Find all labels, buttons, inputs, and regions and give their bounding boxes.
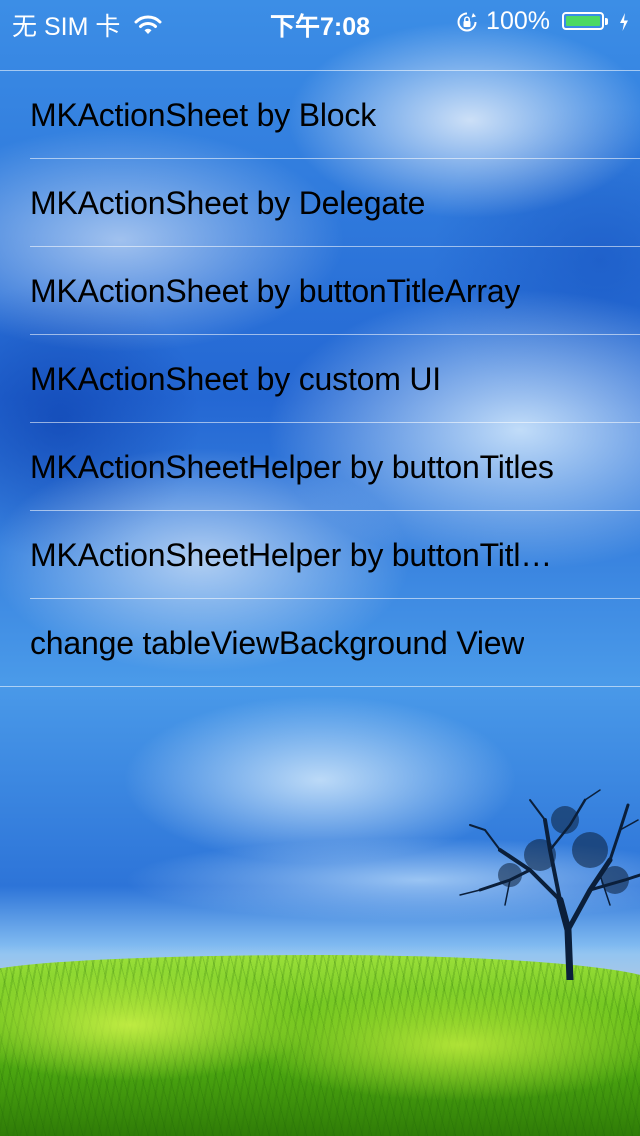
- row-label: MKActionSheetHelper by buttonTitl…: [30, 536, 553, 573]
- table-row-delegate[interactable]: MKActionSheet by Delegate: [0, 159, 640, 247]
- status-bar: 无 SIM 卡 下午7:08 100%: [0, 0, 640, 41]
- charging-bolt-icon: [620, 12, 628, 31]
- table-row-button-title-array[interactable]: MKActionSheet by buttonTitleArray: [0, 247, 640, 335]
- row-label: MKActionSheet by buttonTitleArray: [30, 272, 521, 309]
- row-label: MKActionSheet by Block: [30, 96, 376, 133]
- row-label: MKActionSheet by custom UI: [30, 360, 441, 397]
- grass-field: [0, 955, 640, 1136]
- table-row-helper-button-titles[interactable]: MKActionSheetHelper by buttonTitles: [0, 423, 640, 511]
- action-sheet-demo-table[interactable]: MKActionSheet by Block MKActionSheet by …: [0, 70, 640, 687]
- row-label: change tableViewBackground View: [30, 624, 525, 661]
- table-row-custom-ui[interactable]: MKActionSheet by custom UI: [0, 335, 640, 423]
- table-row-helper-button-titles-truncated[interactable]: MKActionSheetHelper by buttonTitl…: [0, 511, 640, 599]
- row-label: MKActionSheetHelper by buttonTitles: [30, 448, 554, 485]
- tree-silhouette: [459, 789, 640, 980]
- row-label: MKActionSheet by Delegate: [30, 184, 426, 221]
- rotation-lock-icon: [457, 12, 477, 31]
- battery-icon: [562, 11, 610, 33]
- battery-fill: [566, 15, 600, 26]
- table-row-block[interactable]: MKActionSheet by Block: [0, 71, 640, 159]
- battery-cap: [605, 17, 608, 25]
- status-right: 100%: [456, 7, 630, 36]
- battery-body: [562, 11, 604, 30]
- table-row-change-background[interactable]: change tableViewBackground View: [0, 599, 640, 687]
- battery-percentage: 100%: [486, 7, 550, 35]
